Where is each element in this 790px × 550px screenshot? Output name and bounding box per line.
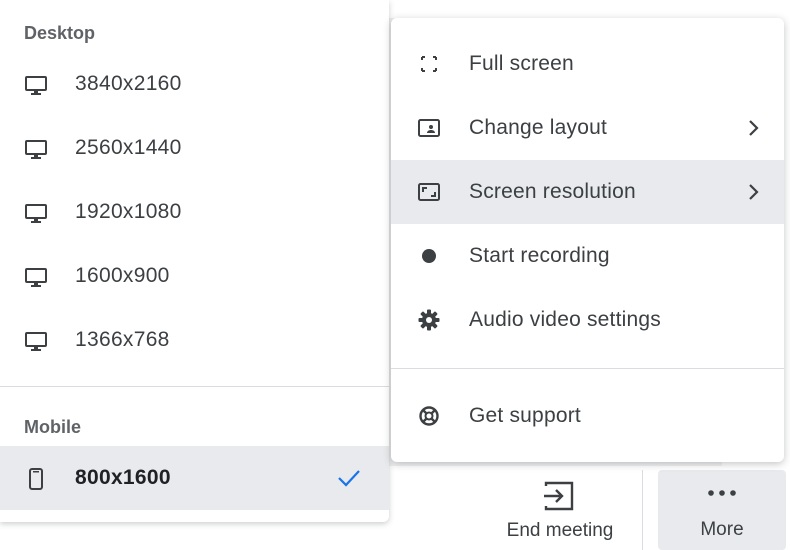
menu-item-label: Change layout [469, 116, 608, 139]
menu-item-change-layout[interactable]: Change layout [391, 96, 784, 160]
resolution-label: 1366x768 [75, 328, 170, 351]
fullscreen-icon [421, 56, 437, 72]
chevron-right-icon [749, 184, 759, 200]
resolution-item-1600x900[interactable]: 1600x900 [0, 244, 389, 308]
resolution-label: 800x1600 [75, 466, 171, 489]
screen-resolution-submenu: Desktop 3840x2160 2560x1440 1920x1080 16… [0, 0, 389, 522]
monitor-icon [25, 140, 47, 159]
menu-item-get-support[interactable]: Get support [391, 384, 784, 448]
screen-resolution-icon [418, 183, 440, 201]
menu-item-label: Get support [469, 404, 581, 427]
more-options-menu: Full screen Change layout Screen resolut… [391, 18, 784, 462]
more-dots-icon [708, 490, 736, 496]
menu-divider [391, 368, 784, 369]
chevron-right-icon [749, 120, 759, 136]
support-icon [419, 406, 439, 426]
monitor-icon [25, 76, 47, 95]
resolution-item-2560x1440[interactable]: 2560x1440 [0, 116, 389, 180]
resolution-item-3840x2160[interactable]: 3840x2160 [0, 52, 389, 116]
monitor-icon [25, 204, 47, 223]
menu-item-label: Screen resolution [469, 180, 636, 203]
menu-item-label: Audio video settings [469, 308, 661, 331]
menu-item-audio-video-settings[interactable]: Audio video settings [391, 288, 784, 352]
more-button[interactable]: More [658, 470, 786, 550]
monitor-icon [25, 332, 47, 351]
end-meeting-label: End meeting [506, 520, 614, 541]
resolution-label: 3840x2160 [75, 72, 182, 95]
resolution-item-1920x1080[interactable]: 1920x1080 [0, 180, 389, 244]
gear-icon [418, 309, 440, 331]
toolbar-separator [642, 470, 643, 550]
layout-icon [418, 119, 440, 137]
desktop-section-label: Desktop [24, 23, 96, 43]
end-meeting-button[interactable]: End meeting [480, 472, 640, 546]
more-label: More [700, 519, 744, 540]
menu-item-full-screen[interactable]: Full screen [391, 32, 784, 96]
checkmark-icon [338, 470, 360, 487]
mobile-section-label: Mobile [24, 417, 81, 437]
menu-item-start-recording[interactable]: Start recording [391, 224, 784, 288]
menu-item-screen-resolution[interactable]: Screen resolution [391, 160, 784, 224]
monitor-icon [25, 268, 47, 287]
menu-item-label: Start recording [469, 244, 610, 267]
resolution-label: 1600x900 [75, 264, 170, 287]
resolution-label: 2560x1440 [75, 136, 182, 159]
resolution-label: 1920x1080 [75, 200, 182, 223]
exit-icon [544, 481, 574, 511]
menu-item-label: Full screen [469, 52, 574, 75]
background-panel [389, 0, 723, 18]
record-icon [422, 249, 436, 263]
mobile-phone-icon [29, 468, 43, 490]
section-divider [0, 386, 389, 387]
resolution-item-800x1600[interactable]: 800x1600 [0, 446, 389, 510]
resolution-item-1366x768[interactable]: 1366x768 [0, 308, 389, 372]
